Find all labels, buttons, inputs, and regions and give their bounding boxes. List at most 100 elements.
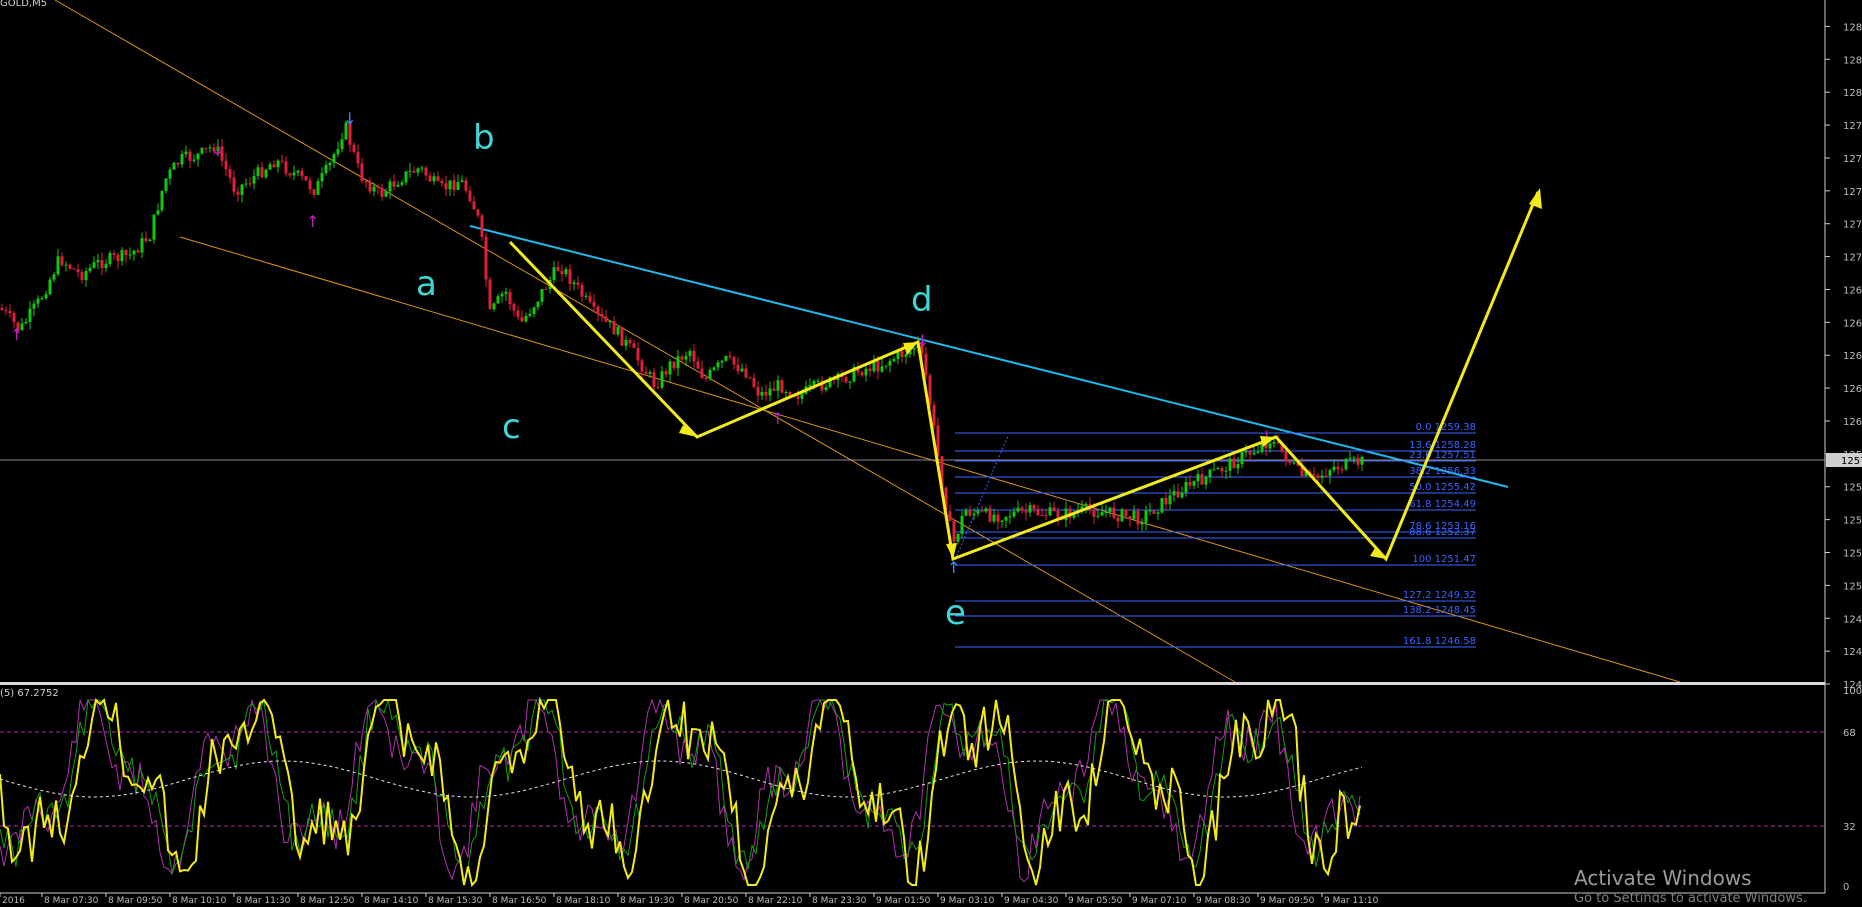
candle-body [304,176,308,181]
time-tick-label: 8 Mar 20:50 [684,896,739,903]
candle-body [300,170,304,177]
candle-body [204,147,208,149]
candle-body [1140,522,1144,525]
candle-body [8,311,12,314]
candle-body [24,321,28,324]
candle-body [1056,511,1060,519]
candle-body [1100,512,1104,516]
time-tick-label: 8 Mar 19:30 [620,896,675,903]
candle-body [884,365,888,367]
indicator-tick-label: 68 [1843,728,1856,739]
candle-body [44,294,48,299]
price-tick-label: 1278 [1843,121,1862,132]
candle-body [612,321,616,335]
candle-body [560,270,564,275]
candle-body [1352,457,1356,459]
wave-label-a: a [416,264,437,304]
candle-body [1220,468,1224,472]
candle-body [1040,514,1044,516]
candle-body [248,183,252,185]
candle-body [996,514,1000,522]
candle-body [408,170,412,172]
candle-body [600,313,604,317]
candle-body [1044,515,1048,517]
candle-body [1024,510,1028,513]
candle-body [384,191,388,197]
candle-body [1228,458,1232,471]
candle-body [176,162,180,165]
candle-body [1008,516,1012,518]
fib-level-label: 161.8 1246.58 [1403,636,1476,647]
indicator-tick-label: 32 [1843,822,1856,833]
candle-body [92,262,96,268]
candle-body [1128,516,1132,520]
candle-body [540,288,544,302]
candle-body [196,153,200,160]
candle-body [556,267,560,271]
candle-body [960,515,964,535]
candle-body [404,171,408,183]
candle-body [1160,497,1164,513]
time-tick-label: 9 Mar 07:10 [1132,896,1187,903]
candle-body [760,391,764,396]
candle-body [128,254,132,256]
candle-body [1172,491,1176,496]
time-tick-label: 8 Mar 16:50 [492,896,547,903]
time-tick-label: 8 Mar 22:10 [748,896,803,903]
wave-label-c: c [502,407,521,447]
candle-body [1248,451,1252,455]
candle-body [824,387,828,391]
candle-body [96,260,100,263]
candle-body [684,355,688,360]
candle-body [296,170,300,173]
candle-body [780,380,784,393]
candle-body [416,168,420,173]
candle-body [428,175,432,182]
indicator-label: (5) 67.2752 [0,688,59,699]
candle-body [1028,505,1032,513]
candle-body [1188,482,1192,486]
candle-body [104,264,108,269]
candle-body [72,268,76,270]
candle-body [244,183,248,185]
candle-body [112,253,116,255]
candle-body [476,209,480,216]
candle-body [228,169,232,178]
candle-body [776,380,780,391]
time-tick-label: 8 Mar 23:30 [812,896,867,903]
price-tick-label: 1266 [1843,318,1862,329]
candle-body [1336,466,1340,470]
candle-body [400,182,404,185]
candle-body [480,215,484,237]
candle-body [736,364,740,372]
candle-body [200,147,204,154]
candle-body [664,371,668,375]
candle-body [700,368,704,379]
candle-body [156,210,160,215]
candle-body [1144,510,1148,523]
candle-body [424,167,428,176]
candle-body [4,310,8,312]
candle-body [624,339,628,346]
candle-body [52,274,56,280]
candle-body [880,366,884,372]
candle-body [336,149,340,155]
candle-body [696,361,700,369]
candle-body [376,186,380,188]
candle-body [368,182,372,192]
trading-chart-window[interactable]: 0.0 1259.38 13.6 1258.28 23.6 1257.51 38.2 … [0,0,1862,906]
candle-body [1180,492,1184,498]
candle-body [292,172,296,176]
pane-divider[interactable] [0,682,1825,685]
candle-body [456,181,460,190]
candle-body [360,163,364,182]
candle-body [1204,476,1208,485]
candle-body [724,355,728,361]
candle-body [956,534,960,542]
candle-body [968,510,972,516]
candle-body [588,295,592,302]
fib-level-label: 61.8 1254.49 [1409,499,1476,510]
candle-body [1196,474,1200,482]
candle-body [148,239,152,242]
candle-body [468,190,472,202]
